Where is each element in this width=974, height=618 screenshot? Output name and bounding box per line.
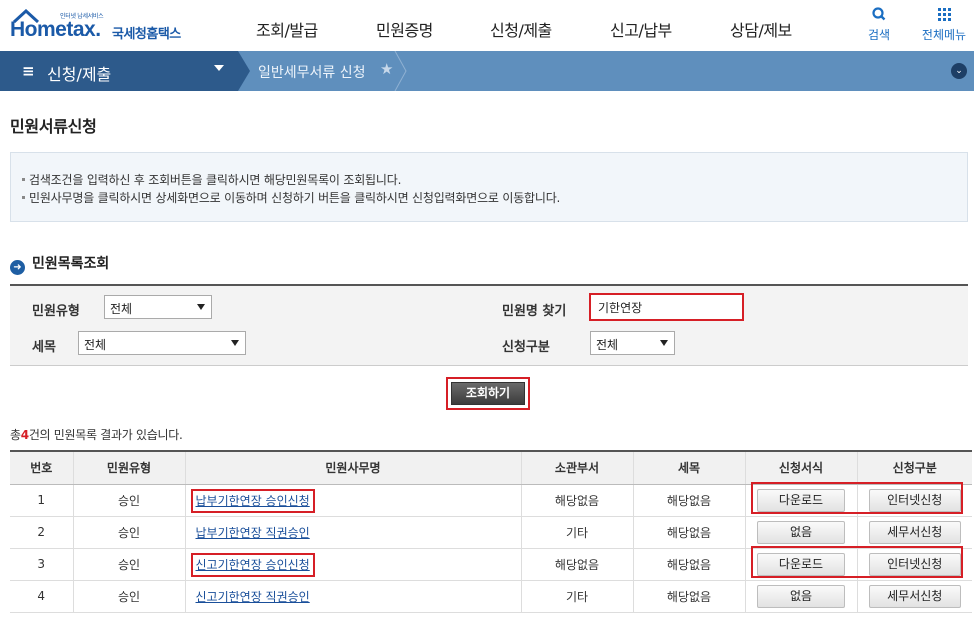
logo-word: Hometax. <box>10 18 101 41</box>
name-search-value: 기한연장 <box>598 301 643 315</box>
cell-tax: 해당없음 <box>632 580 745 613</box>
cell-type: 승인 <box>72 484 185 517</box>
gnb-menu-certificate[interactable]: 민원증명 <box>376 17 433 41</box>
cell-no: 2 <box>10 516 73 549</box>
info-line-1: 검색조건을 입력하신 후 조회버튼을 클릭하시면 해당민원목록이 조회됩니다. <box>21 173 402 187</box>
cell-name: 신고기한연장 승인신청 <box>184 548 521 581</box>
cell-type: 승인 <box>72 516 185 549</box>
cell-dept: 해당없음 <box>520 484 633 517</box>
civil-service-table: 번호 민원유형 민원사무명 소관부서 세목 신청서식 신청구분 1 승인 납부기… <box>10 450 972 613</box>
cell-form: 없음 <box>744 580 857 613</box>
col-header-apply: 신청구분 <box>856 450 972 485</box>
tax-label: 세목 <box>32 340 56 355</box>
cell-tax: 해당없음 <box>632 484 745 517</box>
dropdown-arrow-icon <box>231 340 239 346</box>
office-apply-button[interactable]: 세무서신청 <box>868 520 961 544</box>
cell-dept: 해당없음 <box>520 548 633 581</box>
search-button-highlight: 조회하기 <box>446 377 530 410</box>
service-name-link[interactable]: 신고기한연장 승인신청 <box>190 552 315 577</box>
cell-name: 납부기한연장 직권승인 <box>184 516 521 549</box>
page-title: 민원서류신청 <box>10 117 97 136</box>
cell-name: 납부기한연장 승인신청 <box>184 484 521 517</box>
apply-type-value: 전체 <box>596 338 619 352</box>
breadcrumb-separator-icon <box>394 51 407 91</box>
cell-apply: 세무서신청 <box>856 516 972 549</box>
chevron-down-icon <box>214 65 224 71</box>
section-heading-text: 민원목록조회 <box>32 256 110 272</box>
col-header-tax: 세목 <box>632 450 745 485</box>
cell-name: 신고기한연장 직권승인 <box>184 580 521 613</box>
result-suffix: 건의 민원목록 결과가 있습니다. <box>28 428 183 442</box>
no-form-button[interactable]: 없음 <box>757 584 845 608</box>
service-name-link[interactable]: 납부기한연장 승인신청 <box>190 488 315 513</box>
favorite-star-icon[interactable]: ★ <box>380 60 393 78</box>
search-tool[interactable]: 검색 <box>866 6 892 43</box>
type-select[interactable]: 전체 <box>104 295 212 319</box>
cell-no: 1 <box>10 484 73 517</box>
name-search-input[interactable]: 기한연장 <box>589 293 744 321</box>
office-apply-button[interactable]: 세무서신청 <box>868 584 961 608</box>
col-header-name: 민원사무명 <box>184 450 521 485</box>
service-name-link[interactable]: 신고기한연장 직권승인 <box>196 590 310 604</box>
table-row: 2 승인 납부기한연장 직권승인 기타 해당없음 없음 세무서신청 <box>10 516 972 549</box>
hometax-logo[interactable]: 인터넷 납세서비스 Hometax. 국세청홈택스 <box>8 6 198 46</box>
col-header-type: 민원유형 <box>72 450 185 485</box>
cell-type: 승인 <box>72 580 185 613</box>
gnb-menu-counsel[interactable]: 상담/제보 <box>730 17 792 41</box>
top-header: 인터넷 납세서비스 Hometax. 국세청홈택스 조회/발급 민원증명 신청/… <box>0 0 974 51</box>
section-heading: ➜ 민원목록조회 <box>10 253 109 275</box>
apply-type-label: 신청구분 <box>502 340 550 355</box>
grid-menu-icon <box>938 8 951 21</box>
type-label: 민원유형 <box>32 304 80 319</box>
service-name-link[interactable]: 납부기한연장 직권승인 <box>196 526 310 540</box>
search-label: 검색 <box>867 28 891 42</box>
all-menu-label: 전체메뉴 <box>921 28 967 42</box>
result-prefix: 총 <box>10 428 21 442</box>
breadcrumb-current[interactable]: 일반세무서류 신청 <box>258 62 366 82</box>
cell-no: 3 <box>10 548 73 581</box>
all-menu-tool[interactable]: 전체메뉴 <box>918 6 970 43</box>
no-form-button[interactable]: 없음 <box>757 520 845 544</box>
breadcrumb-arrow <box>238 51 250 91</box>
logo-name: 국세청홈택스 <box>112 27 181 42</box>
tax-select[interactable]: 전체 <box>78 331 246 355</box>
arrow-circle-icon: ➜ <box>10 260 25 275</box>
search-icon <box>872 7 886 21</box>
cell-type: 승인 <box>72 548 185 581</box>
row1-buttons-highlight <box>751 482 963 514</box>
expand-circle-icon[interactable]: ⌄ <box>951 63 967 79</box>
section-selector[interactable]: ≡ 신청/제출 <box>0 51 238 91</box>
location-bar: ≡ 신청/제출 일반세무서류 신청 ★ ⌄ <box>0 51 974 91</box>
gnb-menu-report[interactable]: 신고/납부 <box>610 17 672 41</box>
col-header-no: 번호 <box>10 450 73 485</box>
cell-tax: 해당없음 <box>632 516 745 549</box>
search-button[interactable]: 조회하기 <box>451 382 525 405</box>
result-number: 4 <box>20 428 29 442</box>
cell-form: 없음 <box>744 516 857 549</box>
table-row: 4 승인 신고기한연장 직권승인 기타 해당없음 없음 세무서신청 <box>10 580 972 613</box>
cell-no: 4 <box>10 580 73 613</box>
gnb-menu-apply[interactable]: 신청/제출 <box>490 17 552 41</box>
info-box: 검색조건을 입력하신 후 조회버튼을 클릭하시면 해당민원목록이 조회됩니다. … <box>10 152 968 222</box>
section-title: 신청/제출 <box>47 65 112 84</box>
col-header-form: 신청서식 <box>744 450 857 485</box>
cell-dept: 기타 <box>520 580 633 613</box>
search-form: 민원유형 전체 민원명 찾기 기한연장 세목 전체 신청구분 전체 <box>10 284 968 366</box>
type-select-value: 전체 <box>110 302 133 316</box>
col-header-dept: 소관부서 <box>520 450 633 485</box>
result-count: 총4건의 민원목록 결과가 있습니다. <box>10 426 183 443</box>
cell-tax: 해당없음 <box>632 548 745 581</box>
name-label: 민원명 찾기 <box>502 304 567 319</box>
hamburger-icon: ≡ <box>22 62 35 80</box>
cell-dept: 기타 <box>520 516 633 549</box>
gnb-menu-inquiry[interactable]: 조회/발급 <box>256 17 318 41</box>
info-line-2: 민원사무명을 클릭하시면 상세화면으로 이동하며 신청하기 버튼을 클릭하시면 … <box>21 191 561 205</box>
row3-buttons-highlight <box>751 546 963 578</box>
cell-apply: 세무서신청 <box>856 580 972 613</box>
table-header-row: 번호 민원유형 민원사무명 소관부서 세목 신청서식 신청구분 <box>10 450 972 485</box>
dropdown-arrow-icon <box>660 340 668 346</box>
apply-type-select[interactable]: 전체 <box>590 331 675 355</box>
tax-select-value: 전체 <box>84 338 107 352</box>
dropdown-arrow-icon <box>197 304 205 310</box>
